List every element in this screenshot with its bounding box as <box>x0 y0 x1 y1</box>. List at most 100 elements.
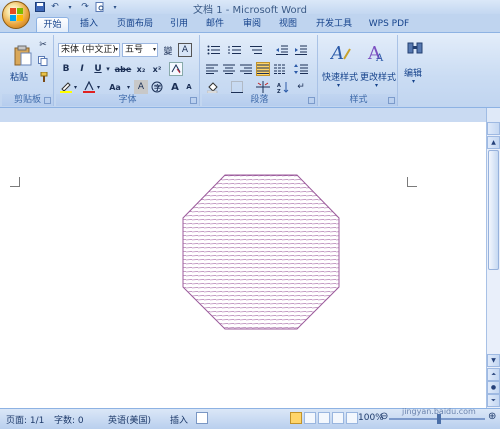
highlight-icon[interactable] <box>59 80 73 94</box>
tab-references[interactable]: 引用 <box>165 17 193 32</box>
font-color-dropdown-icon[interactable]: ▾ <box>95 80 102 94</box>
editing-button[interactable]: 编辑 ▾ <box>402 39 428 89</box>
borders-icon[interactable] <box>228 80 246 94</box>
clear-formatting-icon[interactable] <box>169 62 183 76</box>
cut-icon[interactable]: ✂ <box>36 38 50 52</box>
scroll-up-icon[interactable]: ▲ <box>487 136 500 149</box>
bullets-icon[interactable] <box>205 43 223 57</box>
paste-icon <box>14 45 32 66</box>
change-styles-icon: A A <box>367 43 384 63</box>
scroll-down-icon[interactable]: ▼ <box>487 354 500 367</box>
tab-insert[interactable]: 插入 <box>75 17 103 32</box>
line-spacing-icon[interactable] <box>292 62 310 76</box>
clipboard-group: 粘贴 ✂ 剪贴板 <box>2 35 54 106</box>
paragraph-launcher-icon[interactable] <box>308 97 315 104</box>
character-shading-icon[interactable]: A <box>134 80 148 94</box>
web-layout-view-button[interactable] <box>318 412 330 424</box>
change-case-button[interactable]: Aa <box>106 80 124 94</box>
ruler-toggle-icon[interactable] <box>486 108 500 122</box>
full-screen-reading-view-button[interactable] <box>304 412 316 424</box>
office-button[interactable] <box>2 1 30 29</box>
align-center-icon[interactable] <box>222 62 236 76</box>
octagon-shape[interactable] <box>182 174 340 330</box>
title-bar: ↶ ▾ ↷ ▾ 文档 1 - Microsoft Word <box>0 0 500 29</box>
paste-button[interactable]: 粘贴 <box>4 37 34 85</box>
enclose-characters-icon[interactable]: 字 <box>150 80 164 94</box>
quick-styles-icon: A <box>330 43 351 63</box>
numbering-icon[interactable] <box>226 43 244 57</box>
next-page-icon[interactable]: ⏷ <box>487 394 500 407</box>
grow-font-button[interactable]: A <box>168 80 182 94</box>
change-styles-button[interactable]: A A 更改样式 ▾ <box>360 39 396 89</box>
vertical-scrollbar[interactable]: ▲ ▼ ⏶ ● ⏷ <box>486 122 500 408</box>
chinese-layout-icon[interactable] <box>254 80 272 94</box>
font-color-icon[interactable] <box>82 80 96 94</box>
distributed-icon[interactable] <box>273 62 287 76</box>
font-size-select[interactable]: 五号 ▾ <box>122 43 158 57</box>
scroll-thumb[interactable] <box>488 150 499 270</box>
styles-launcher-icon[interactable] <box>388 97 395 104</box>
chevron-down-icon: ▾ <box>412 78 416 85</box>
zoom-out-icon[interactable]: ⊖ <box>380 411 388 422</box>
sort-icon[interactable]: AZ <box>276 80 290 94</box>
language[interactable]: 英语(美国) <box>108 413 151 426</box>
binoculars-icon <box>407 42 423 54</box>
tab-developer[interactable]: 开发工具 <box>311 17 357 32</box>
change-case-dropdown-icon[interactable]: ▾ <box>125 80 132 94</box>
phonetic-guide-icon[interactable]: 變 <box>161 43 175 57</box>
quick-styles-button[interactable]: A 快速样式 ▾ <box>322 39 358 89</box>
paragraph-group: AZ ↵ 段落 <box>202 35 318 106</box>
underline-dropdown-icon[interactable]: ▾ <box>104 62 112 76</box>
draft-view-button[interactable] <box>346 412 358 424</box>
subscript-button[interactable]: x₂ <box>134 62 148 76</box>
shrink-font-button[interactable]: A <box>182 80 196 94</box>
paragraph-group-label: 段落 <box>202 94 317 106</box>
show-hide-marks-icon[interactable]: ↵ <box>294 80 308 94</box>
decrease-indent-icon[interactable] <box>275 43 289 57</box>
increase-indent-icon[interactable] <box>294 43 308 57</box>
select-browse-object-icon[interactable]: ● <box>487 381 500 394</box>
svg-text:Z: Z <box>277 89 281 93</box>
ribbon: 粘贴 ✂ 剪贴板 宋体 (中文正) ▾ 五号 ▾ 變 A B I U ▾ abe… <box>0 32 500 108</box>
multilevel-list-icon[interactable] <box>247 43 265 57</box>
italic-button[interactable]: I <box>75 62 89 76</box>
bold-button[interactable]: B <box>59 62 73 76</box>
ruler-area <box>0 108 500 122</box>
tab-wps-pdf[interactable]: WPS PDF <box>365 17 413 32</box>
character-border-icon[interactable]: A <box>178 43 192 57</box>
page-count[interactable]: 页面: 1/1 <box>6 413 44 426</box>
styles-group-label: 样式 <box>320 94 397 106</box>
copy-icon[interactable] <box>36 54 50 68</box>
insert-mode[interactable]: 插入 <box>170 413 188 426</box>
clipboard-launcher-icon[interactable] <box>44 97 51 104</box>
font-name-select[interactable]: 宋体 (中文正) ▾ <box>58 43 120 57</box>
tab-home[interactable]: 开始 <box>36 17 69 32</box>
tab-page-layout[interactable]: 页面布局 <box>112 17 158 32</box>
highlight-dropdown-icon[interactable]: ▾ <box>72 80 79 94</box>
outline-view-button[interactable] <box>332 412 344 424</box>
svg-text:A: A <box>375 53 384 63</box>
strikethrough-button[interactable]: abe <box>114 62 132 76</box>
font-name-value: 宋体 (中文正) <box>61 45 116 55</box>
editing-group: 编辑 ▾ <box>400 35 430 106</box>
print-layout-view-button[interactable] <box>290 412 302 424</box>
tab-review[interactable]: 审阅 <box>238 17 266 32</box>
align-right-icon[interactable] <box>239 62 253 76</box>
superscript-button[interactable]: x² <box>150 62 164 76</box>
word-count[interactable]: 字数: 0 <box>54 413 84 426</box>
tab-view[interactable]: 视图 <box>274 17 302 32</box>
scroll-split-icon[interactable] <box>487 122 500 135</box>
zoom-in-icon[interactable]: ⊕ <box>488 411 496 422</box>
font-launcher-icon[interactable] <box>190 97 197 104</box>
tab-mailings[interactable]: 邮件 <box>201 17 229 32</box>
macro-record-icon[interactable] <box>196 412 208 424</box>
shading-icon[interactable] <box>205 80 223 94</box>
previous-page-icon[interactable]: ⏶ <box>487 368 500 381</box>
justify-icon[interactable] <box>256 62 270 76</box>
document-page[interactable] <box>0 122 486 408</box>
styles-group: A 快速样式 ▾ A A 更改样式 ▾ 样式 <box>320 35 398 106</box>
underline-button[interactable]: U <box>91 62 105 76</box>
format-painter-icon[interactable] <box>36 70 50 84</box>
align-left-icon[interactable] <box>205 62 219 76</box>
ribbon-tabs: 开始 插入 页面布局 引用 邮件 审阅 视图 开发工具 WPS PDF <box>0 14 500 32</box>
